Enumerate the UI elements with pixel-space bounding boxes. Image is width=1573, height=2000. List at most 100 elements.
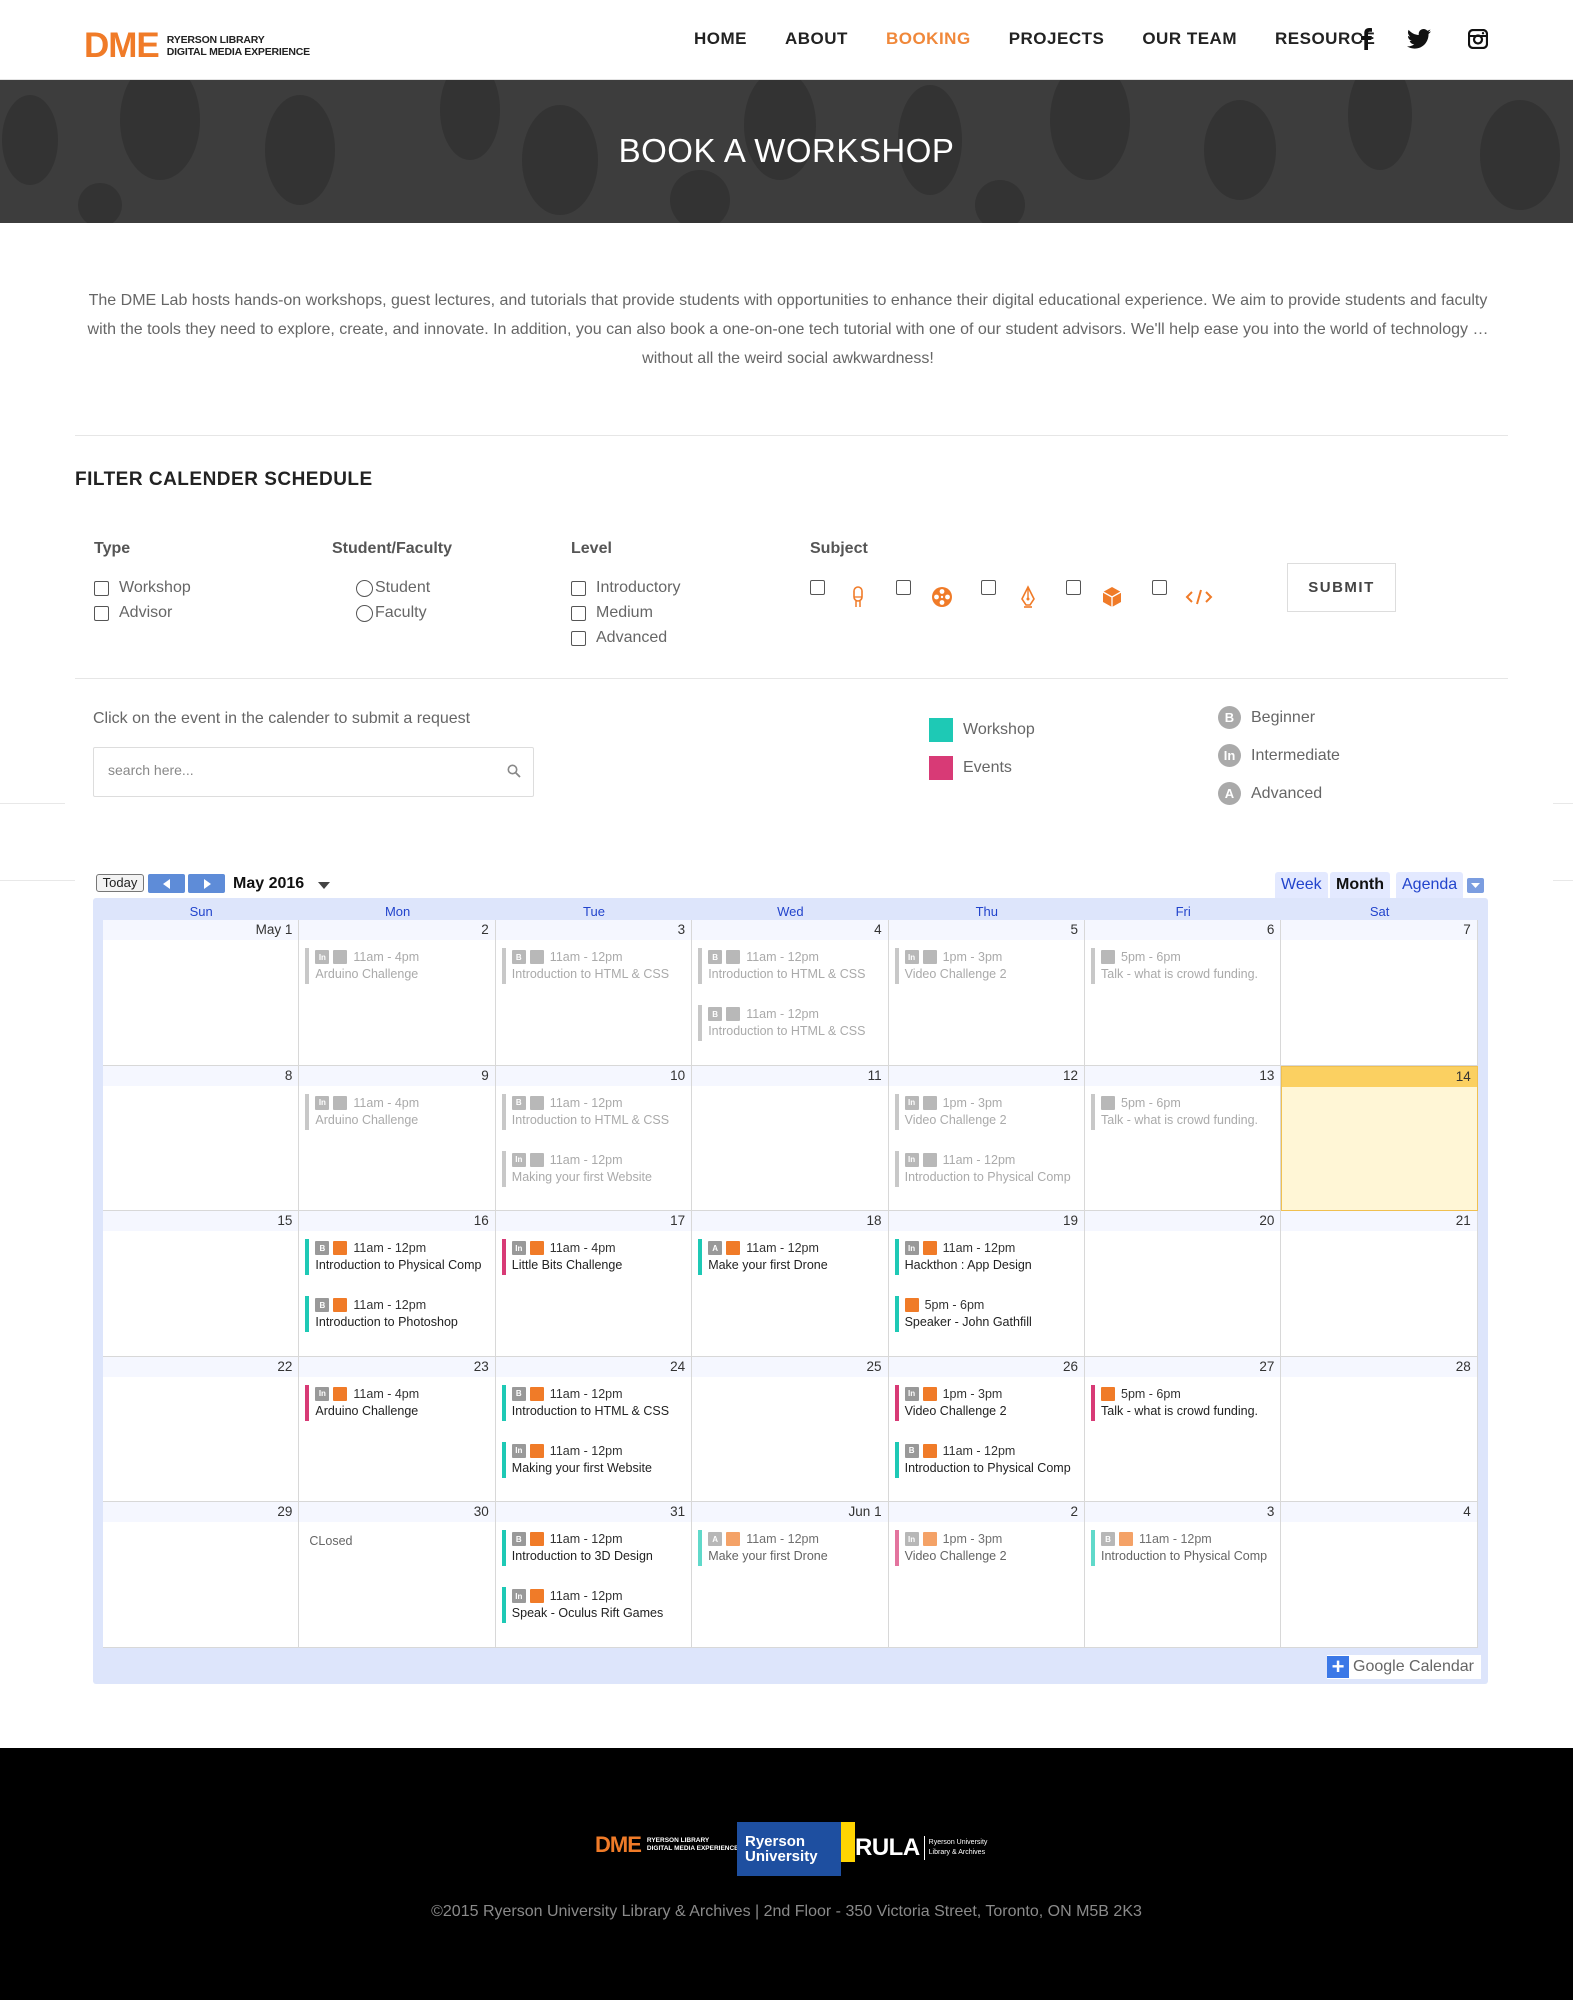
calendar-event[interactable]: B 11am - 12pm Introduction to Physical Com…: [305, 1239, 491, 1276]
day-cell[interactable]: 17: [495, 1211, 693, 1357]
day-cell[interactable]: 3: [495, 920, 693, 1066]
subject-code-checkbox[interactable]: [1152, 580, 1167, 595]
calendar-event[interactable]: B 11am - 12pm Introduction to Photoshop: [305, 1296, 491, 1333]
workshop-checkbox[interactable]: [94, 580, 109, 596]
calendar-event[interactable]: B 11am - 12pm Introduction to HTML & CSS: [501, 1093, 688, 1130]
calendar-event[interactable]: In 1pm - 3pm Video Challenge 2: [894, 1384, 1081, 1421]
level-advanced-option[interactable]: Advanced: [571, 628, 667, 648]
day-cell[interactable]: 12: [888, 1065, 1085, 1212]
twitter-icon[interactable]: [1406, 26, 1432, 52]
calendar-event[interactable]: In 1pm - 3pm Video Challenge 2: [894, 948, 1081, 984]
tab-week[interactable]: Week: [1275, 872, 1328, 898]
subject-3d-checkbox[interactable]: [1066, 580, 1081, 595]
calendar-event[interactable]: In 11am - 12pm Speak - Oculus Rift Games: [501, 1587, 688, 1624]
search-input[interactable]: [108, 762, 488, 778]
day-cell[interactable]: 25: [692, 1356, 889, 1503]
level-medium-option[interactable]: Medium: [571, 603, 653, 623]
day-cell[interactable]: 23: [299, 1356, 496, 1503]
day-cell[interactable]: 31: [495, 1502, 693, 1648]
prev-month-button[interactable]: [148, 874, 185, 893]
agenda-menu-button[interactable]: [1467, 878, 1484, 893]
calendar-event[interactable]: B 11am - 12pm Introduction to Physical Com…: [894, 1441, 1081, 1478]
calendar-event[interactable]: 5pm - 6pm Talk - what is crowd funding.: [1091, 1093, 1277, 1130]
day-cell[interactable]: 20: [1085, 1211, 1282, 1357]
type-advisor-option[interactable]: Advisor: [94, 603, 172, 623]
day-cell[interactable]: 27: [1085, 1356, 1282, 1503]
day-cell[interactable]: 30 CLosed: [299, 1502, 496, 1648]
day-cell[interactable]: May 1: [103, 920, 300, 1066]
day-cell[interactable]: 9: [299, 1065, 496, 1212]
calendar-event[interactable]: In 11am - 12pm Making your first Website: [501, 1441, 688, 1478]
instagram-icon[interactable]: [1465, 26, 1491, 52]
calendar-event[interactable]: In 1pm - 3pm Video Challenge 2: [894, 1530, 1081, 1567]
day-cell[interactable]: 19: [888, 1211, 1085, 1357]
submit-button[interactable]: SUBMIT: [1287, 563, 1396, 612]
calendar-event[interactable]: B 11am - 12pm Introduction to 3D Design: [501, 1530, 688, 1567]
advanced-checkbox[interactable]: [571, 630, 586, 646]
subject-design-checkbox[interactable]: [981, 580, 996, 595]
calendar-event[interactable]: 5pm - 6pm Speaker - John Gathfill: [894, 1296, 1081, 1333]
day-cell[interactable]: 14: [1281, 1065, 1478, 1212]
search-icon[interactable]: [507, 764, 521, 778]
day-cell[interactable]: 2: [299, 920, 496, 1066]
advisor-checkbox[interactable]: [94, 605, 109, 621]
tab-agenda[interactable]: Agenda: [1396, 872, 1464, 898]
calendar-event[interactable]: In 1pm - 3pm Video Challenge 2: [894, 1093, 1081, 1130]
calendar-event[interactable]: A 11am - 12pm Make your first Drone: [698, 1239, 884, 1276]
dme-logo[interactable]: DME RYERSON LIBRARY DIGITAL MEDIA EXPERIE…: [84, 28, 310, 63]
calendar-event[interactable]: In 11am - 12pm Introduction to Physical Co…: [894, 1150, 1081, 1187]
introductory-checkbox[interactable]: [571, 580, 586, 596]
nav-projects[interactable]: PROJECTS: [1009, 29, 1105, 49]
nav-booking[interactable]: BOOKING: [886, 29, 971, 49]
calendar-event[interactable]: In 11am - 12pm Hackthon : App Design: [894, 1239, 1081, 1276]
calendar-event[interactable]: B 11am - 12pm Introduction to HTML & CSS: [501, 948, 688, 984]
calendar-event[interactable]: In 11am - 12pm Making your first Website: [501, 1150, 688, 1187]
day-cell[interactable]: 29: [103, 1502, 300, 1648]
day-cell[interactable]: 18: [692, 1211, 889, 1357]
day-cell[interactable]: 4: [1281, 1502, 1478, 1648]
calendar-event[interactable]: In 11am - 4pm Arduino Challenge: [305, 1384, 491, 1421]
audience-faculty-option[interactable]: Faculty: [356, 603, 427, 623]
student-radio[interactable]: [356, 579, 373, 597]
calendar-event[interactable]: B 11am - 12pm Introduction to HTML & CSS: [698, 1005, 884, 1041]
day-cell[interactable]: 2: [888, 1502, 1085, 1648]
calendar-event[interactable]: 5pm - 6pm Talk - what is crowd funding.: [1091, 948, 1277, 984]
calendar-event[interactable]: In 11am - 4pm Arduino Challenge: [305, 1093, 491, 1130]
day-cell[interactable]: 8: [103, 1065, 300, 1212]
nav-about[interactable]: ABOUT: [785, 29, 848, 49]
medium-checkbox[interactable]: [571, 605, 586, 621]
calendar-event[interactable]: In 11am - 4pm Little Bits Challenge: [501, 1239, 688, 1276]
ryerson-logo[interactable]: Ryerson University: [737, 1822, 855, 1876]
calendar-event[interactable]: In 11am - 4pm Arduino Challenge: [305, 948, 491, 984]
day-cell[interactable]: 22: [103, 1356, 300, 1503]
audience-student-option[interactable]: Student: [356, 578, 430, 598]
calendar-event[interactable]: B 11am - 12pm Introduction to HTML & CSS: [698, 948, 884, 984]
day-cell[interactable]: 15: [103, 1211, 300, 1357]
day-cell[interactable]: 4: [692, 920, 889, 1066]
day-cell[interactable]: 7: [1281, 920, 1478, 1066]
footer-dme-logo[interactable]: DME RYERSON LIBRARY DIGITAL MEDIA EXPERIE…: [595, 1832, 739, 1858]
day-cell[interactable]: 10: [495, 1065, 693, 1212]
day-cell[interactable]: 28: [1281, 1356, 1478, 1503]
calendar-event[interactable]: B 11am - 12pm Introduction to Physical Com…: [1091, 1530, 1277, 1567]
facebook-icon[interactable]: [1353, 26, 1379, 52]
type-workshop-option[interactable]: Workshop: [94, 578, 191, 598]
subject-film-checkbox[interactable]: [896, 580, 911, 595]
nav-home[interactable]: HOME: [694, 29, 747, 49]
calendar-event[interactable]: 5pm - 6pm Talk - what is crowd funding.: [1091, 1384, 1277, 1421]
day-cell[interactable]: 11: [692, 1065, 889, 1212]
chevron-down-icon[interactable]: [318, 882, 330, 889]
day-cell[interactable]: 21: [1281, 1211, 1478, 1357]
calendar-event[interactable]: A 11am - 12pm Make your first Drone: [698, 1530, 884, 1567]
nav-our-team[interactable]: OUR TEAM: [1142, 29, 1237, 49]
google-calendar-badge[interactable]: + Google Calendar: [1327, 1655, 1481, 1679]
faculty-radio[interactable]: [356, 604, 373, 622]
day-cell[interactable]: Jun 1: [692, 1502, 889, 1648]
day-cell[interactable]: 24: [495, 1356, 693, 1503]
calendar-event[interactable]: B 11am - 12pm Introduction to HTML & CSS: [501, 1384, 688, 1421]
day-cell[interactable]: 13: [1085, 1065, 1282, 1212]
today-button[interactable]: Today: [96, 874, 144, 892]
day-cell[interactable]: 5: [888, 920, 1085, 1066]
tab-month[interactable]: Month: [1330, 872, 1390, 898]
day-cell[interactable]: 6: [1085, 920, 1282, 1066]
